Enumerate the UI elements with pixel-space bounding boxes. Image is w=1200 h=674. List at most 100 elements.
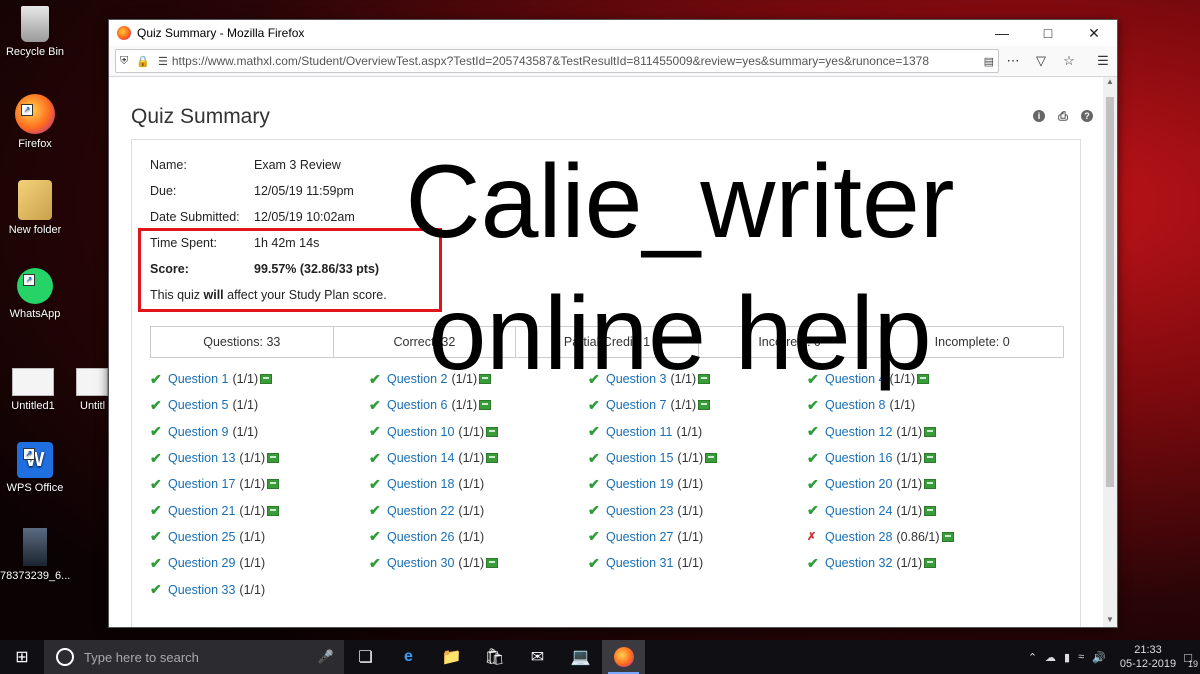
- whatsapp-icon: ↗: [17, 268, 53, 304]
- question-link[interactable]: Question 8: [825, 398, 885, 412]
- bookmark-star-icon[interactable]: ☆: [1055, 53, 1083, 69]
- desktop-icon-wps-office[interactable]: W ↗ WPS Office: [0, 442, 70, 494]
- question-link[interactable]: Question 32: [825, 556, 892, 570]
- title-bar[interactable]: Quiz Summary - Mozilla Firefox — □ ✕: [109, 20, 1117, 46]
- desktop-icon-untitled1[interactable]: Untitled1: [0, 368, 68, 412]
- question-link[interactable]: Question 26: [387, 530, 454, 544]
- media-icon[interactable]: [479, 400, 492, 411]
- network-icon[interactable]: ≈: [1078, 651, 1084, 663]
- taskbar-search[interactable]: Type here to search 🎤: [44, 640, 344, 674]
- media-icon[interactable]: [941, 531, 954, 542]
- desktop-icon-whatsapp[interactable]: ↗ WhatsApp: [0, 268, 70, 320]
- media-icon[interactable]: [924, 426, 937, 437]
- battery-icon[interactable]: ▮: [1064, 651, 1070, 664]
- question-link[interactable]: Question 22: [387, 504, 454, 518]
- url-bar[interactable]: ⛨ 🔒 ☰ https://www.mathxl.com/Student/Ove…: [115, 49, 999, 73]
- question-link[interactable]: Question 4: [825, 372, 885, 386]
- media-icon[interactable]: [924, 558, 937, 569]
- question-link[interactable]: Question 12: [825, 425, 892, 439]
- cloud-icon[interactable]: ☁: [1045, 651, 1056, 664]
- question-link[interactable]: Question 19: [606, 477, 673, 491]
- minimize-button[interactable]: —: [979, 20, 1025, 46]
- desktop-icon-photo[interactable]: 78373239_6...: [0, 528, 70, 582]
- question-link[interactable]: Question 27: [606, 530, 673, 544]
- media-icon[interactable]: [924, 479, 937, 490]
- close-button[interactable]: ✕: [1071, 20, 1117, 46]
- print-icon[interactable]: ⎙: [1057, 110, 1069, 122]
- question-item: ✔ Question 17 (1/1): [150, 471, 369, 497]
- page-actions-icon[interactable]: ⋯: [999, 53, 1027, 69]
- vertical-scrollbar[interactable]: ▲ ▼: [1103, 77, 1117, 627]
- question-link[interactable]: Question 17: [168, 477, 235, 491]
- hamburger-menu-icon[interactable]: ☰: [1089, 53, 1117, 69]
- scrollbar-thumb[interactable]: [1106, 97, 1114, 487]
- scroll-down-icon[interactable]: ▼: [1103, 615, 1117, 627]
- media-icon[interactable]: [267, 479, 280, 490]
- media-icon[interactable]: [479, 374, 492, 385]
- notification-icon[interactable]: □ 19: [1184, 650, 1198, 669]
- question-link[interactable]: Question 10: [387, 425, 454, 439]
- lock-icon[interactable]: 🔒: [136, 55, 150, 68]
- question-link[interactable]: Question 31: [606, 556, 673, 570]
- store-icon[interactable]: 🛍: [473, 640, 516, 674]
- mail-icon[interactable]: ✉: [516, 640, 559, 674]
- url-text[interactable]: https://www.mathxl.com/Student/OverviewT…: [172, 54, 980, 68]
- desktop-icon-recycle-bin[interactable]: Recycle Bin: [0, 6, 70, 58]
- microphone-icon[interactable]: 🎤: [318, 649, 334, 665]
- info-icon[interactable]: i: [1033, 110, 1045, 122]
- clock[interactable]: 21:33 05-12-2019: [1120, 643, 1176, 671]
- windows-start-icon[interactable]: ⊞: [0, 647, 44, 667]
- question-link[interactable]: Question 11: [606, 425, 672, 439]
- media-icon[interactable]: [924, 453, 937, 464]
- question-link[interactable]: Question 2: [387, 372, 447, 386]
- question-link[interactable]: Question 18: [387, 477, 454, 491]
- question-link[interactable]: Question 15: [606, 451, 673, 465]
- question-link[interactable]: Question 6: [387, 398, 447, 412]
- reader-view-icon[interactable]: ▤: [984, 55, 994, 68]
- media-icon[interactable]: [917, 374, 930, 385]
- question-link[interactable]: Question 13: [168, 451, 235, 465]
- media-icon[interactable]: [486, 426, 499, 437]
- question-link[interactable]: Question 30: [387, 556, 454, 570]
- desktop-icon-firefox[interactable]: ↗ Firefox: [0, 94, 70, 150]
- media-icon[interactable]: [267, 453, 280, 464]
- task-view-icon[interactable]: ❏: [344, 640, 387, 674]
- media-icon[interactable]: [486, 558, 499, 569]
- media-icon[interactable]: [698, 400, 711, 411]
- question-link[interactable]: Question 29: [168, 556, 235, 570]
- question-link[interactable]: Question 20: [825, 477, 892, 491]
- media-icon[interactable]: [267, 505, 280, 516]
- media-icon[interactable]: [698, 374, 711, 385]
- media-icon[interactable]: [486, 453, 499, 464]
- question-link[interactable]: Question 33: [168, 583, 235, 597]
- question-link[interactable]: Question 24: [825, 504, 892, 518]
- maximize-button[interactable]: □: [1025, 20, 1071, 46]
- shield-icon[interactable]: ⛨: [120, 55, 128, 68]
- question-link[interactable]: Question 25: [168, 530, 235, 544]
- desktop-icon-untitled2[interactable]: Untitl: [60, 368, 108, 412]
- pocket-icon[interactable]: ▽: [1027, 53, 1055, 69]
- question-link[interactable]: Question 1: [168, 372, 228, 386]
- chevron-up-icon[interactable]: ⌃: [1028, 651, 1037, 664]
- question-link[interactable]: Question 28: [825, 530, 892, 544]
- question-link[interactable]: Question 23: [606, 504, 673, 518]
- media-icon[interactable]: [705, 453, 718, 464]
- question-link[interactable]: Question 9: [168, 425, 228, 439]
- desktop-icon-new-folder[interactable]: New folder: [0, 180, 70, 236]
- volume-icon[interactable]: 🔊: [1092, 651, 1106, 664]
- permissions-icon[interactable]: ☰: [158, 55, 168, 68]
- edge-icon[interactable]: e: [387, 640, 430, 674]
- firefox-taskbar-icon[interactable]: [602, 640, 645, 674]
- help-icon[interactable]: ?: [1081, 110, 1093, 122]
- media-icon[interactable]: [260, 374, 273, 385]
- media-icon[interactable]: [924, 505, 937, 516]
- question-link[interactable]: Question 21: [168, 504, 235, 518]
- question-link[interactable]: Question 7: [606, 398, 666, 412]
- question-link[interactable]: Question 14: [387, 451, 454, 465]
- remote-desktop-icon[interactable]: 💻: [559, 640, 602, 674]
- question-link[interactable]: Question 5: [168, 398, 228, 412]
- question-link[interactable]: Question 3: [606, 372, 666, 386]
- scroll-up-icon[interactable]: ▲: [1103, 77, 1117, 89]
- file-explorer-icon[interactable]: 📁: [430, 640, 473, 674]
- question-link[interactable]: Question 16: [825, 451, 892, 465]
